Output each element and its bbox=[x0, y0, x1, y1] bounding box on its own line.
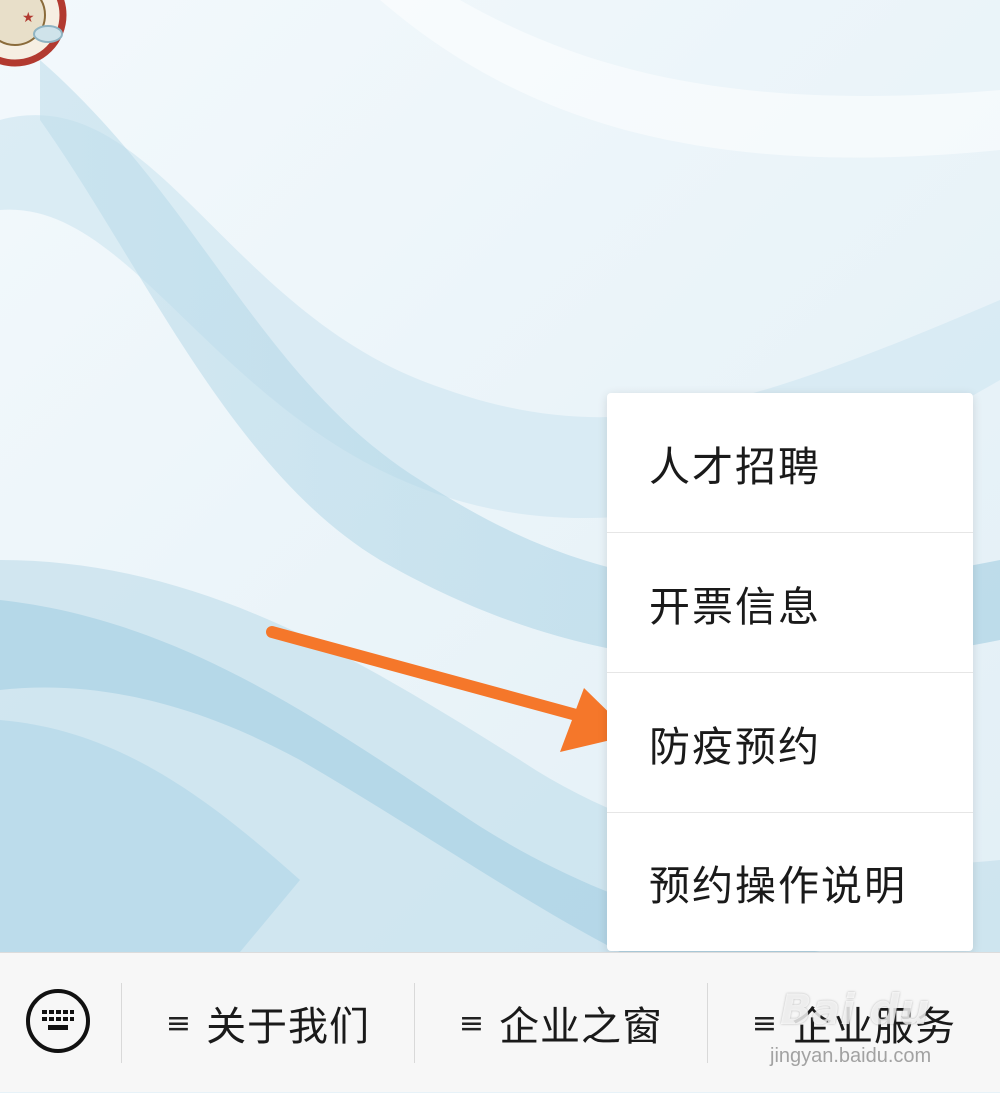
tab-label: 关于我们 bbox=[206, 1004, 371, 1050]
watermark-logo: Bai du bbox=[780, 985, 930, 1034]
menu-item-epidemic-appointment[interactable]: 防疫预约 bbox=[607, 673, 973, 813]
tab-label: 企业之窗 bbox=[499, 1004, 664, 1050]
menu-icon: ≡ bbox=[165, 1005, 193, 1041]
brand-logo: ★ bbox=[0, 0, 67, 67]
tab-enterprise-window[interactable]: ≡ 企业之窗 bbox=[415, 953, 707, 1093]
watermark-url: jingyan.baidu.com bbox=[770, 1045, 932, 1067]
keyboard-icon bbox=[42, 1010, 74, 1030]
menu-item-appointment-instructions[interactable]: 预约操作说明 bbox=[607, 813, 973, 951]
submenu-popup: 人才招聘 开票信息 防疫预约 预约操作说明 bbox=[607, 393, 973, 951]
menu-item-invoice-info[interactable]: 开票信息 bbox=[607, 533, 973, 673]
menu-icon: ≡ bbox=[751, 1005, 779, 1041]
menu-icon: ≡ bbox=[458, 1005, 486, 1041]
svg-text:★: ★ bbox=[22, 10, 35, 26]
menu-item-talent-recruitment[interactable]: 人才招聘 bbox=[607, 393, 973, 533]
tab-about-us[interactable]: ≡ 关于我们 bbox=[122, 953, 414, 1093]
keyboard-toggle-button[interactable] bbox=[26, 989, 90, 1053]
